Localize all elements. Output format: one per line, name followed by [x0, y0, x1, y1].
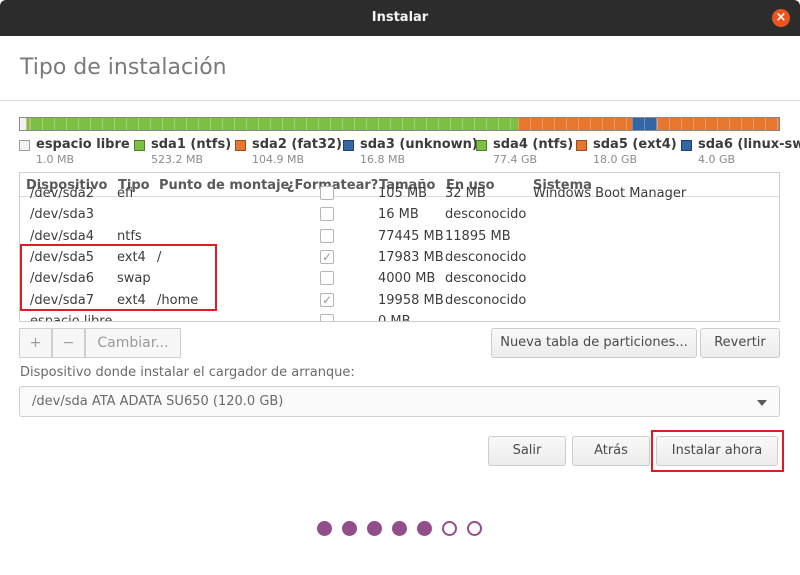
legend-size: 1.0 MB: [36, 153, 75, 166]
legend-size: 77.4 GB: [493, 153, 538, 166]
used-cell: desconocido: [445, 249, 527, 265]
device-cell: /dev/sda3: [30, 207, 94, 223]
type-cell: ntfs: [117, 228, 142, 244]
format-checkbox[interactable]: [320, 207, 334, 222]
legend-swatch: [235, 140, 246, 151]
used-cell: 32 MB: [445, 186, 486, 201]
quit-button[interactable]: Salir: [488, 436, 566, 466]
size-cell: 105 MB: [378, 186, 428, 201]
format-checkbox[interactable]: ✓: [320, 249, 334, 264]
progress-dot: [467, 521, 482, 536]
add-partition-button[interactable]: +: [19, 328, 52, 358]
legend-swatch: [681, 140, 692, 151]
legend-name: sda3 (unknown): [360, 137, 478, 152]
window-title: Instalar: [371, 10, 429, 25]
revert-button[interactable]: Revertir: [700, 328, 780, 358]
progress-dot: [317, 521, 332, 536]
format-checkbox[interactable]: [320, 271, 334, 286]
highlight-box-install: [651, 430, 784, 472]
legend-size: 104.9 MB: [252, 153, 305, 166]
device-cell: espacio libre: [30, 313, 113, 322]
bootloader-device-value: /dev/sda ATA ADATA SU650 (120.0 GB): [32, 394, 284, 409]
legend-name: espacio libre: [36, 137, 130, 152]
table-row[interactable]: espacio libre 0 MB: [20, 311, 779, 322]
table-row[interactable]: /dev/sda2 efi 105 MB 32 MB Windows Boot Mana…: [20, 183, 779, 204]
close-button[interactable]: ×: [772, 9, 790, 27]
legend-name: sda5 (ext4): [593, 137, 677, 152]
legend-size: 523.2 MB: [151, 153, 204, 166]
legend-swatch: [19, 140, 30, 151]
size-cell: 4000 MB: [378, 271, 436, 287]
size-cell: 16 MB: [378, 207, 419, 223]
chevron-down-icon: [757, 400, 767, 406]
progress-dot: [342, 521, 357, 536]
close-icon: ×: [775, 10, 787, 25]
progress-dot: [417, 521, 432, 536]
legend-swatch: [343, 140, 354, 151]
legend-name: sda2 (fat32): [252, 137, 343, 152]
partition-legend: espacio libre 1.0 MB sda1 (ntfs) 523.2 MB sd…: [19, 137, 800, 169]
format-checkbox[interactable]: [320, 186, 334, 200]
header-divider: [0, 100, 800, 101]
back-button[interactable]: Atrás: [572, 436, 650, 466]
used-cell: desconocido: [445, 207, 527, 223]
size-cell: 17983 MB: [378, 249, 444, 265]
legend-swatch: [134, 140, 145, 151]
legend-name: sda6 (linux-sw: [698, 137, 800, 152]
bootloader-device-select[interactable]: /dev/sda ATA ADATA SU650 (120.0 GB): [19, 386, 780, 417]
partition-bar: [19, 117, 780, 131]
new-partition-table-button[interactable]: Nueva tabla de particiones...: [491, 328, 697, 358]
device-cell: /dev/sda4: [30, 228, 94, 244]
partition-bar-segment: [518, 118, 633, 130]
table-row[interactable]: /dev/sda3 16 MB desconocido: [20, 204, 779, 225]
progress-dot: [392, 521, 407, 536]
used-cell: desconocido: [445, 292, 527, 308]
system-cell: Windows Boot Manager: [533, 186, 687, 201]
partition-bar-segment: [632, 118, 658, 130]
used-cell: desconocido: [445, 271, 527, 287]
title-bar: Instalar ×: [0, 0, 800, 36]
progress-dot: [442, 521, 457, 536]
partition-bar-segment: [657, 118, 779, 130]
progress-dot: [367, 521, 382, 536]
format-checkbox[interactable]: [320, 228, 334, 243]
type-cell: efi: [117, 186, 134, 201]
size-cell: 77445 MB: [378, 228, 444, 244]
legend-name: sda4 (ntfs): [493, 137, 574, 152]
format-checkbox[interactable]: [320, 313, 334, 321]
used-cell: 11895 MB: [445, 228, 511, 244]
bootloader-label: Dispositivo donde instalar el cargador d…: [20, 365, 355, 380]
format-checkbox[interactable]: ✓: [320, 292, 334, 307]
size-cell: 0 MB: [378, 313, 411, 322]
legend-size: 4.0 GB: [698, 153, 736, 166]
page-title: Tipo de instalación: [20, 55, 227, 80]
legend-name: sda1 (ntfs): [151, 137, 232, 152]
legend-size: 16.8 MB: [360, 153, 406, 166]
legend-size: 18.0 GB: [593, 153, 638, 166]
remove-partition-button[interactable]: −: [52, 328, 85, 358]
partition-bar-segment: [29, 118, 519, 130]
change-partition-button[interactable]: Cambiar...: [85, 328, 181, 358]
legend-swatch: [576, 140, 587, 151]
device-cell: /dev/sda2: [30, 186, 94, 201]
size-cell: 19958 MB: [378, 292, 444, 308]
highlight-box-partitions: [20, 244, 217, 311]
legend-swatch: [476, 140, 487, 151]
